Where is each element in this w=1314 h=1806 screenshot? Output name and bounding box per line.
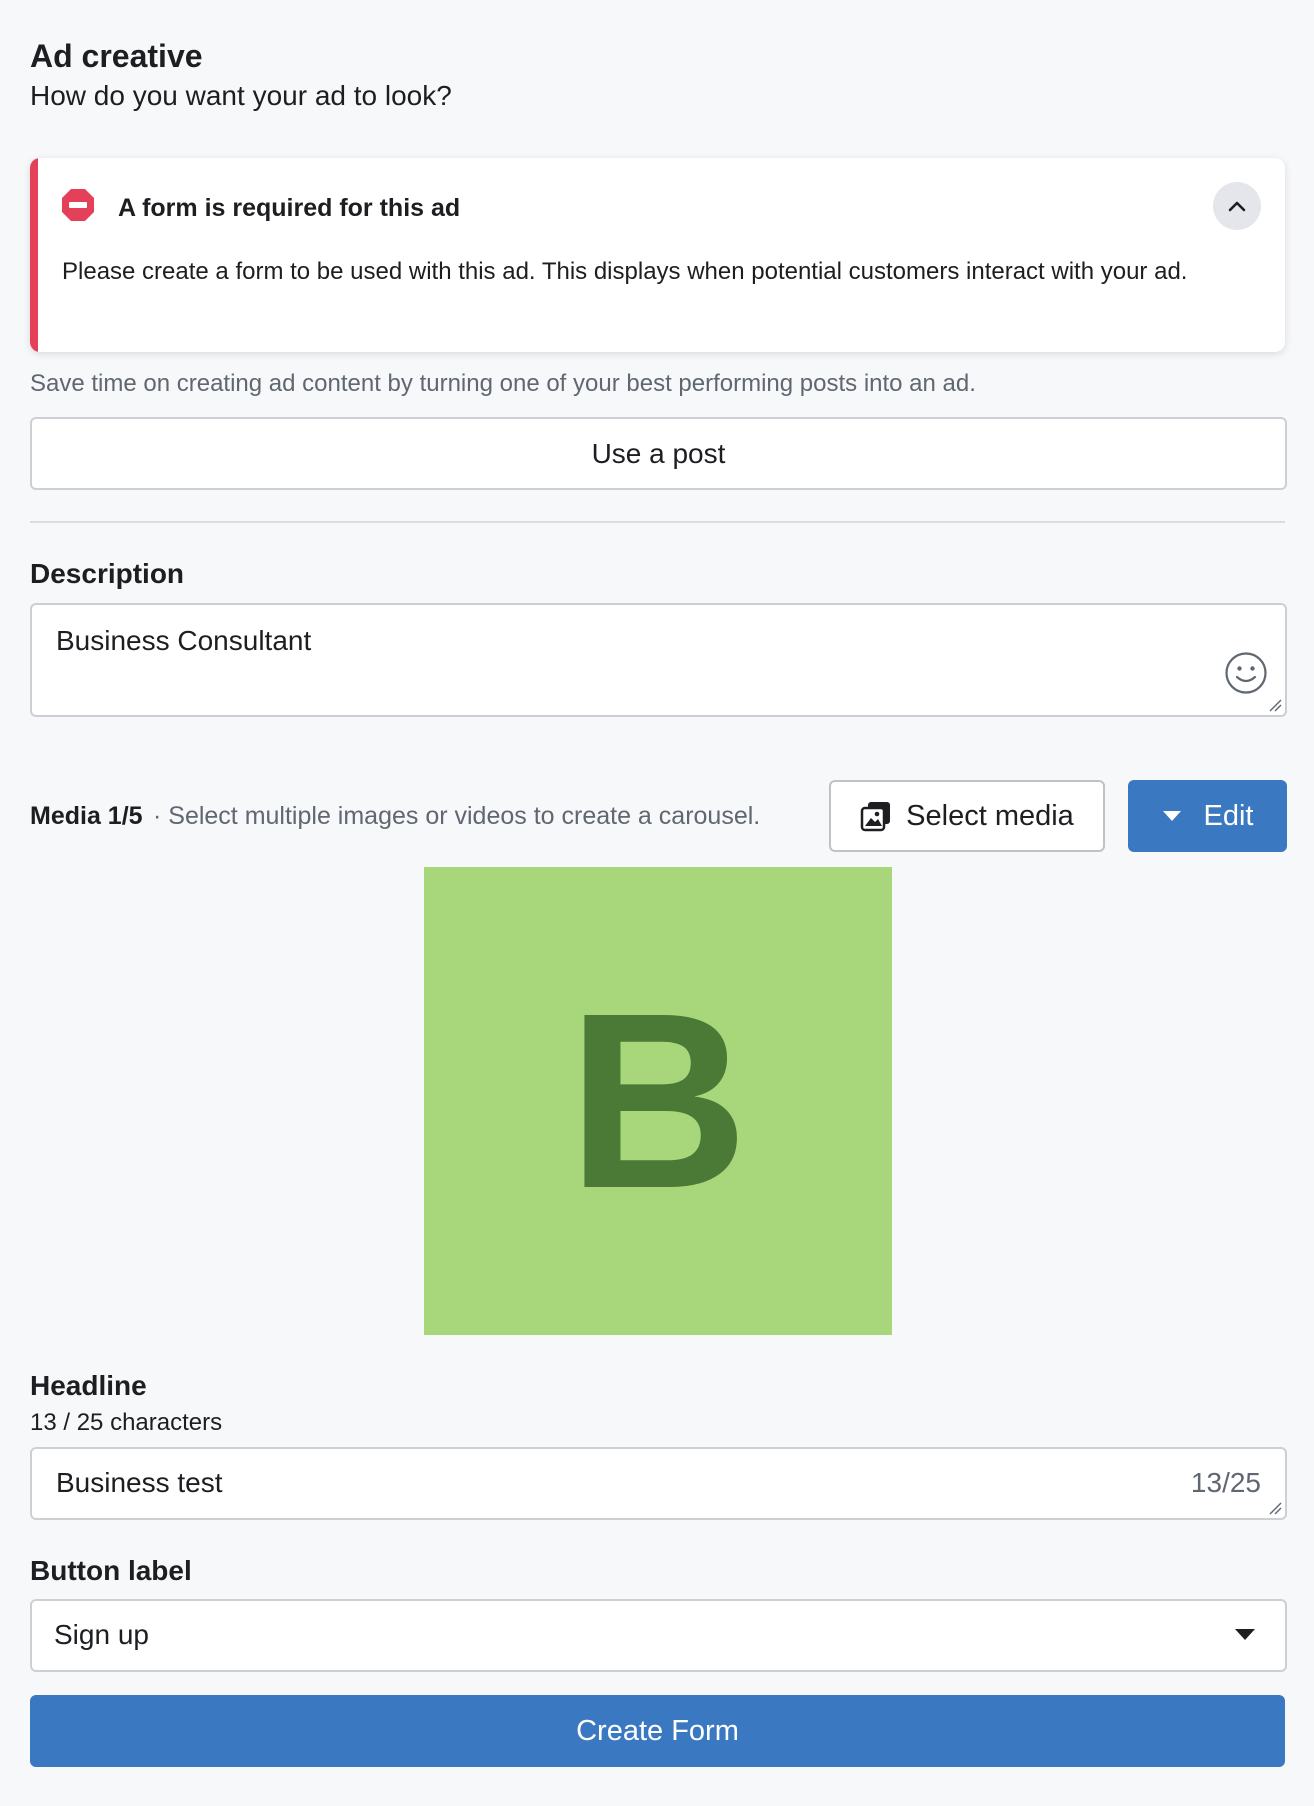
select-media-button[interactable]: Select media [829,780,1105,852]
page-subtitle: How do you want your ad to look? [30,80,452,111]
use-post-hint: Save time on creating ad content by turn… [30,370,976,397]
button-label-value: Sign up [54,1619,149,1650]
description-value: Business Consultant [56,625,312,656]
edit-label: Edit [1203,799,1254,832]
caret-down-icon [1162,811,1181,821]
emoji-icon[interactable] [1224,651,1268,695]
edit-media-button[interactable]: Edit [1128,780,1287,852]
thumbnail-letter: B [567,961,749,1240]
section-divider [30,521,1285,523]
headline-input[interactable]: Business test 13/25 [30,1447,1287,1520]
use-a-post-button[interactable]: Use a post [30,417,1287,490]
description-field[interactable]: Business Consultant [30,603,1287,717]
media-label: Media 1/5 [30,802,143,830]
headline-char-count: 13 / 25 characters [30,1409,223,1436]
button-label-select[interactable]: Sign up [30,1599,1287,1672]
alert-body: Please create a form to be used with thi… [62,258,1188,285]
headline-counter: 13/25 [1190,1467,1261,1498]
form-required-alert: A form is required for this ad Please cr… [30,158,1285,352]
page-title: Ad creative [30,38,203,74]
create-form-button[interactable]: Create Form [30,1695,1285,1767]
photos-icon [860,802,891,832]
select-media-label: Select media [906,799,1074,832]
media-thumbnail[interactable]: B [424,867,892,1335]
dropdown-caret-icon [1235,1629,1255,1640]
button-label-heading: Button label [30,1555,192,1586]
headline-label: Headline [30,1370,147,1401]
alert-title: A form is required for this ad [118,194,461,222]
alert-accent-bar [30,158,38,352]
collapse-alert-button[interactable] [1213,182,1261,230]
resize-handle-icon[interactable] [1268,698,1282,712]
error-stop-icon [62,189,94,221]
headline-value: Business test [56,1467,223,1498]
chevron-up-icon [1228,201,1246,212]
description-label: Description [30,558,185,589]
media-hint: · Select multiple images or videos to cr… [153,802,761,830]
resize-handle-icon[interactable] [1268,1501,1282,1515]
media-toolbar: Media 1/5 · Select multiple images or vi… [30,780,1287,852]
